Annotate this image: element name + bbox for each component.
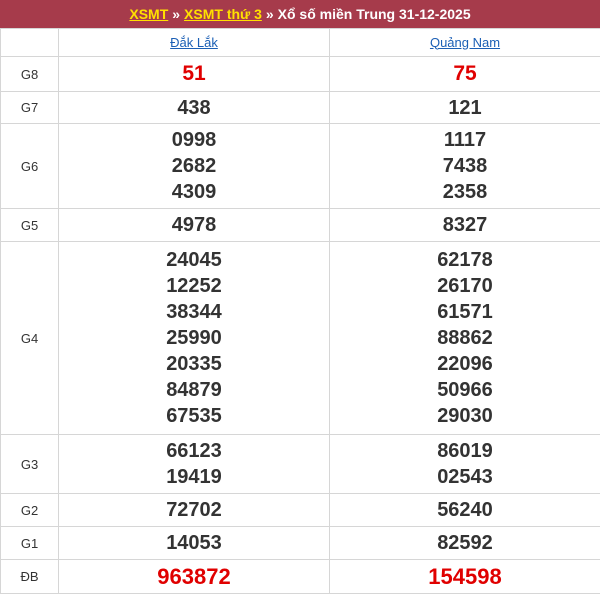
prize-number: 61571 <box>437 301 493 323</box>
prize-cell: 86019 02543 <box>329 434 600 494</box>
prize-label: ĐB <box>0 559 59 594</box>
prize-cell: 56240 <box>329 493 600 527</box>
prize-number: 67535 <box>166 405 222 427</box>
prize-number: 38344 <box>166 301 222 323</box>
prize-cell: 0998 2682 4309 <box>58 123 330 209</box>
prize-row-g2: G2 72702 56240 <box>0 493 600 527</box>
prize-number: 88862 <box>437 327 493 349</box>
breadcrumb-link-xsmt-thu-3[interactable]: XSMT thứ 3 <box>184 6 262 22</box>
prize-number: 50966 <box>437 379 493 401</box>
prize-cell: 438 <box>58 91 330 124</box>
prize-label: G1 <box>0 526 59 560</box>
prize-row-db: ĐB 963872 154598 <box>0 559 600 594</box>
prize-number: 7438 <box>442 155 488 177</box>
breadcrumb: XSMT » XSMT thứ 3 » Xổ số miền Trung 31-… <box>0 0 600 28</box>
prize-number: 14053 <box>166 532 222 554</box>
province-cell: Đắk Lắk <box>58 28 330 57</box>
prize-label: G8 <box>0 56 59 92</box>
prize-number: 0998 <box>171 129 217 151</box>
prize-number: 1117 <box>443 129 487 151</box>
prize-number: 2682 <box>171 155 217 177</box>
prize-cell: 8327 <box>329 208 600 242</box>
prize-number: 19419 <box>166 466 222 488</box>
prize-cell: 62178 26170 61571 88862 22096 50966 2903… <box>329 241 600 435</box>
prize-number: 2358 <box>442 181 488 203</box>
prize-number: 82592 <box>437 532 493 554</box>
prize-number: 72702 <box>166 499 222 521</box>
prize-label: G2 <box>0 493 59 527</box>
province-link-quang-nam[interactable]: Quảng Nam <box>430 35 500 50</box>
prize-number: 4978 <box>171 214 217 236</box>
prize-number: 84879 <box>166 379 222 401</box>
prize-cell: 24045 12252 38344 25990 20335 84879 6753… <box>58 241 330 435</box>
prize-number: 8327 <box>442 214 488 236</box>
prize-number: 22096 <box>437 353 493 375</box>
prize-row-g8: G8 51 75 <box>0 56 600 92</box>
prize-number: 75 <box>453 62 477 85</box>
prize-number: 86019 <box>437 440 493 462</box>
prize-cell: 963872 <box>58 559 330 594</box>
results-page: XSMT » XSMT thứ 3 » Xổ số miền Trung 31-… <box>0 0 600 598</box>
prize-cell: 75 <box>329 56 600 92</box>
breadcrumb-link-xsmt[interactable]: XSMT <box>129 6 168 22</box>
breadcrumb-separator: » <box>172 6 181 22</box>
province-header-row: Đắk Lắk Quảng Nam <box>0 28 600 57</box>
prize-number: 438 <box>177 96 211 119</box>
special-prize-number: 154598 <box>428 563 502 589</box>
prize-number: 121 <box>448 96 482 119</box>
prize-row-g6: G6 0998 2682 4309 1117 7438 2358 <box>0 123 600 209</box>
prize-number: 24045 <box>166 249 222 271</box>
page-title: Xổ số miền Trung 31-12-2025 <box>277 6 471 22</box>
prize-row-g1: G1 14053 82592 <box>0 526 600 560</box>
prize-cell: 154598 <box>329 559 600 594</box>
prize-label: G4 <box>0 241 59 435</box>
prize-cell: 4978 <box>58 208 330 242</box>
prize-label: G3 <box>0 434 59 494</box>
prize-number: 4309 <box>171 181 217 203</box>
prize-number: 51 <box>182 62 206 85</box>
prize-label: G5 <box>0 208 59 242</box>
results-table: Đắk Lắk Quảng Nam G8 51 75 G7 438 121 G6… <box>0 28 600 594</box>
prize-cell: 121 <box>329 91 600 124</box>
prize-cell: 66123 19419 <box>58 434 330 494</box>
prize-number: 25990 <box>166 327 222 349</box>
special-prize-number: 963872 <box>157 563 231 589</box>
prize-row-g3: G3 66123 19419 86019 02543 <box>0 434 600 494</box>
prize-number: 66123 <box>166 440 222 462</box>
province-cell: Quảng Nam <box>329 28 600 57</box>
prize-cell: 1117 7438 2358 <box>329 123 600 209</box>
prize-number: 12252 <box>166 275 222 297</box>
province-link-dak-lak[interactable]: Đắk Lắk <box>170 35 218 50</box>
prize-row-g7: G7 438 121 <box>0 91 600 124</box>
prize-row-g4: G4 24045 12252 38344 25990 20335 84879 6… <box>0 241 600 435</box>
prize-label: G7 <box>0 91 59 124</box>
prize-number: 62178 <box>437 249 493 271</box>
prize-number: 56240 <box>437 499 493 521</box>
prize-number: 29030 <box>437 405 493 427</box>
prize-number: 02543 <box>437 466 493 488</box>
prize-cell: 51 <box>58 56 330 92</box>
breadcrumb-separator: » <box>265 6 274 22</box>
empty-header-cell <box>0 28 59 57</box>
prize-cell: 72702 <box>58 493 330 527</box>
prize-label: G6 <box>0 123 59 209</box>
prize-number: 26170 <box>437 275 493 297</box>
prize-cell: 14053 <box>58 526 330 560</box>
prize-number: 20335 <box>166 353 222 375</box>
prize-cell: 82592 <box>329 526 600 560</box>
prize-row-g5: G5 4978 8327 <box>0 208 600 242</box>
